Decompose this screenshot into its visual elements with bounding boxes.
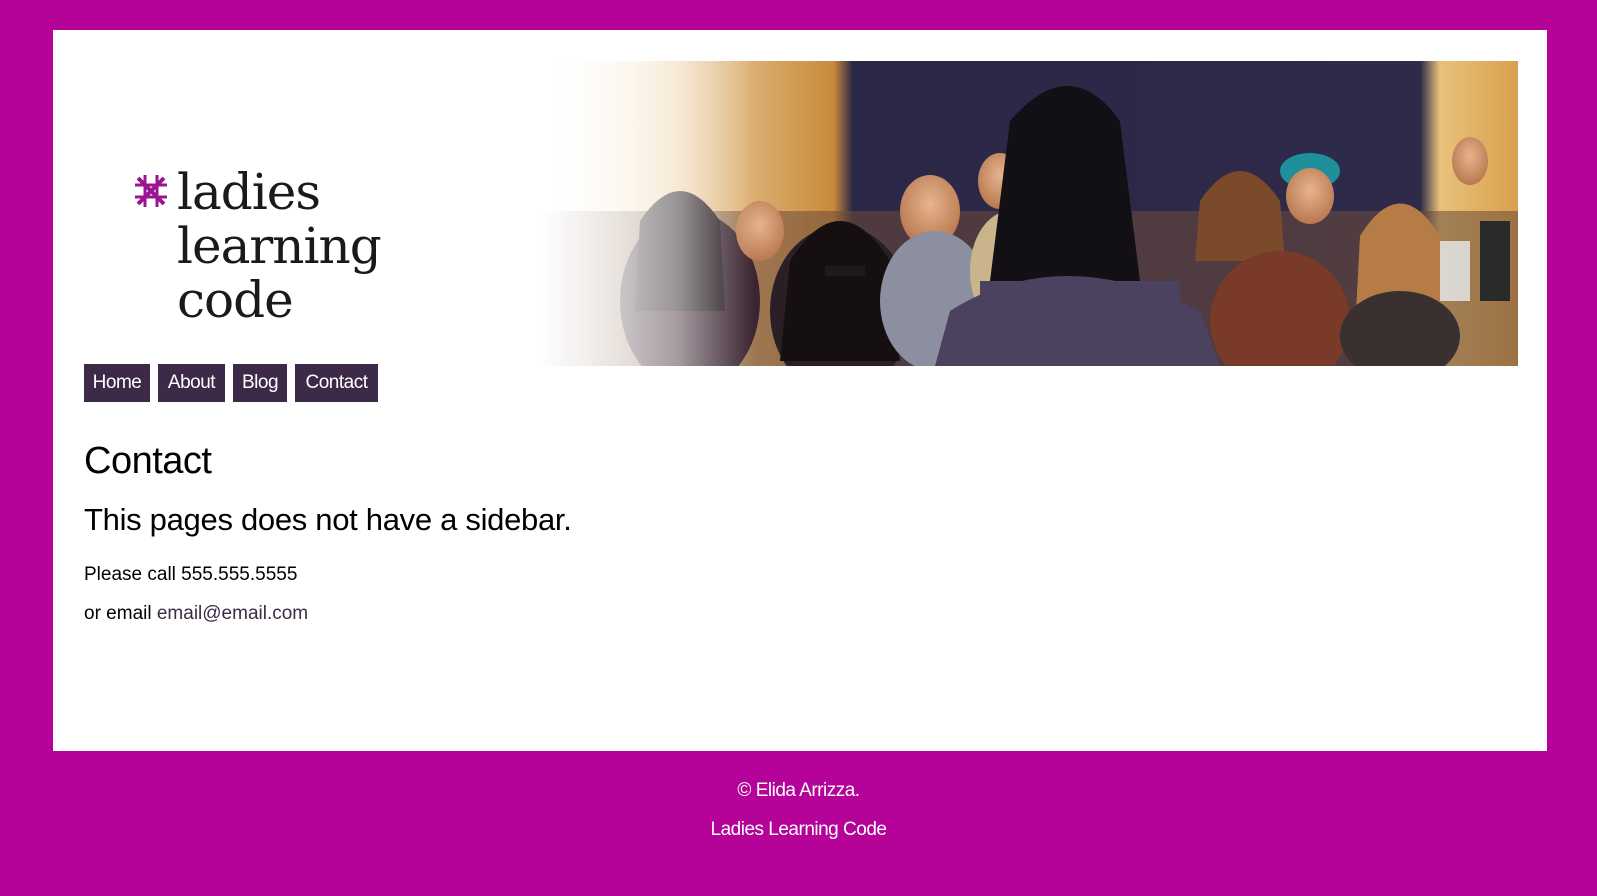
- phone-line: Please call 555.555.5555: [84, 564, 297, 586]
- nav-about[interactable]: About: [158, 364, 225, 402]
- page-container: ladies learning code Home About Blog Con…: [53, 30, 1547, 751]
- page-subtitle: This pages does not have a sidebar.: [84, 502, 572, 537]
- phone-prefix: Please call: [84, 564, 176, 585]
- email-link[interactable]: email@email.com: [157, 603, 308, 624]
- phone-number: 555.555.5555: [181, 564, 298, 585]
- site-logo[interactable]: ladies learning code: [130, 130, 450, 330]
- footer-site-name: Ladies Learning Code: [710, 819, 887, 840]
- nav-home[interactable]: Home: [84, 364, 150, 402]
- email-prefix: or email: [84, 603, 152, 624]
- nav-blog[interactable]: Blog: [233, 364, 287, 402]
- main-nav: Home About Blog Contact: [84, 364, 378, 402]
- logo-text-line: code: [177, 271, 294, 329]
- page-title: Contact: [84, 440, 212, 482]
- logo-text-line: ladies: [177, 163, 321, 221]
- footer-copyright: © Elida Arrizza.: [737, 780, 860, 801]
- asterisk-cross-icon: [135, 175, 167, 207]
- nav-contact[interactable]: Contact: [295, 364, 378, 402]
- hero-classroom-photo: [540, 61, 1518, 366]
- logo-text-line: learning: [177, 217, 382, 275]
- email-line: or email email@email.com: [84, 603, 308, 625]
